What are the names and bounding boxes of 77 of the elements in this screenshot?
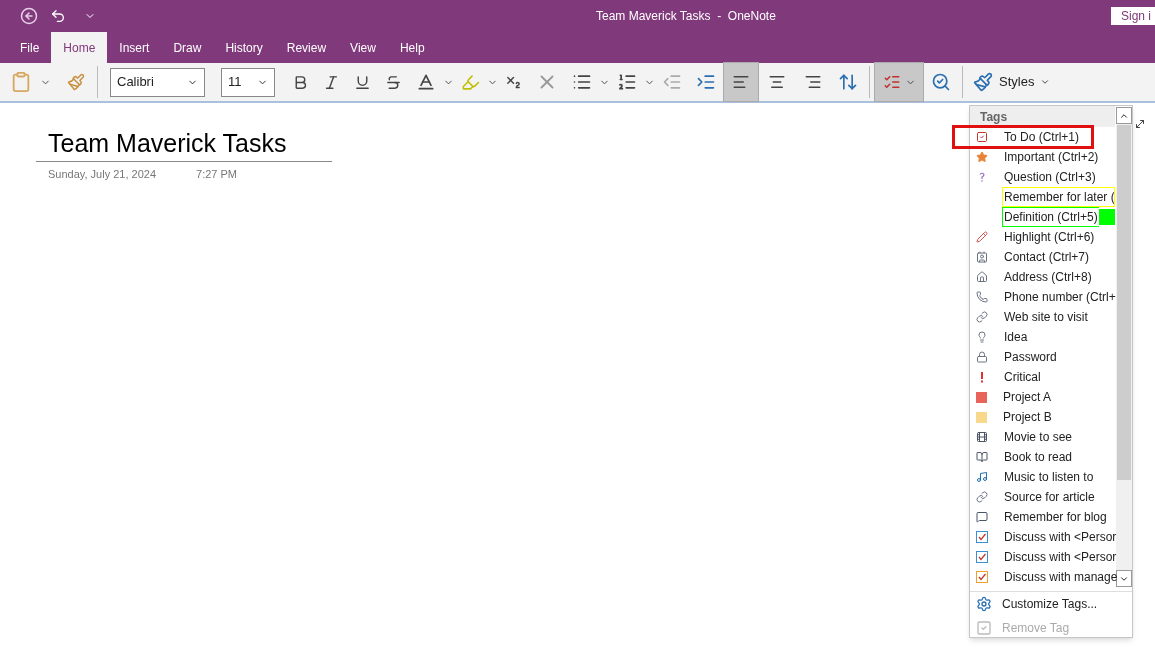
- font-color-icon[interactable]: [416, 72, 436, 92]
- checklist-icon: [882, 73, 901, 91]
- tag-menu-item[interactable]: Project B: [970, 407, 1115, 427]
- tag-menu-item[interactable]: Address (Ctrl+8): [970, 267, 1115, 287]
- font-dropdown[interactable]: Calibri: [110, 67, 205, 97]
- sign-in-button[interactable]: Sign i: [1110, 7, 1155, 25]
- tag-menu-item[interactable]: Critical: [970, 367, 1115, 387]
- scrollbar[interactable]: [1116, 107, 1132, 587]
- ribbon-tab[interactable]: Review: [274, 32, 339, 63]
- tag-menu-item[interactable]: Web site to visit: [970, 307, 1115, 327]
- ribbon-tab[interactable]: Help: [387, 32, 437, 63]
- page-time: 7:27 PM: [196, 167, 237, 182]
- lock-icon: [976, 351, 988, 363]
- tag-menu-item[interactable]: To Do (Ctrl+1): [954, 127, 1092, 147]
- increase-indent-icon[interactable]: [696, 72, 716, 92]
- back-icon[interactable]: [20, 7, 38, 25]
- tag-button[interactable]: [874, 62, 924, 102]
- align-icon: [732, 73, 750, 91]
- align-icon: [804, 73, 822, 91]
- book-icon: [976, 451, 988, 463]
- undo-icon[interactable]: [50, 8, 66, 24]
- underline-icon[interactable]: [354, 73, 371, 91]
- ribbon-tab[interactable]: History: [213, 32, 275, 63]
- house-icon: [976, 271, 988, 283]
- tag-menu-item[interactable]: Movie to see: [970, 427, 1115, 447]
- link-icon: [976, 491, 988, 503]
- pencil-icon: [976, 231, 988, 243]
- caret-icon: [1040, 77, 1051, 87]
- checkbox-icon: [976, 131, 988, 143]
- strikethrough-icon[interactable]: [385, 73, 402, 91]
- tag-menu-item[interactable]: Question (Ctrl+3): [970, 167, 1115, 187]
- tag-menu-item[interactable]: Idea: [970, 327, 1115, 347]
- ribbon-tab[interactable]: Home: [51, 32, 108, 63]
- align-button[interactable]: [723, 62, 759, 102]
- brush-icon: [973, 72, 993, 92]
- ribbon-tab[interactable]: File: [8, 32, 52, 63]
- tag-menu-item[interactable]: Remember for blog: [970, 507, 1115, 527]
- lightbulb-icon: [976, 331, 988, 343]
- film-icon: [976, 431, 988, 443]
- tag-menu-item[interactable]: Book to read: [970, 447, 1115, 467]
- find-tags-icon[interactable]: [931, 72, 951, 92]
- tag-menu-item[interactable]: Project A: [970, 387, 1115, 407]
- tag-menu-item[interactable]: Discuss with <Persor: [970, 547, 1115, 567]
- tag-menu-item[interactable]: Music to listen to: [970, 467, 1115, 487]
- speech-bubble-icon: [976, 511, 988, 523]
- page-date: Sunday, July 21, 2024: [48, 167, 157, 182]
- window-title: Team Maverick Tasks - OneNote: [596, 8, 776, 25]
- resize-icon[interactable]: [1134, 118, 1146, 130]
- gear-icon: [976, 596, 992, 612]
- highlight-swatch: [1098, 209, 1115, 225]
- ribbon-tab[interactable]: Draw: [161, 32, 214, 63]
- tag-menu-item[interactable]: Source for article: [970, 487, 1115, 507]
- tag-menu-item[interactable]: Phone number (Ctrl+: [970, 287, 1115, 307]
- styles-button[interactable]: Styles: [967, 62, 1057, 102]
- tag-menu-item[interactable]: Discuss with <Persor: [970, 527, 1115, 547]
- ribbon-tab[interactable]: Insert: [107, 32, 162, 63]
- link-icon: [976, 311, 988, 323]
- menu-header: Tags: [970, 106, 1115, 127]
- tag-menu-item[interactable]: Important (Ctrl+2): [970, 147, 1115, 167]
- page-title[interactable]: Team Maverick Tasks: [36, 127, 332, 162]
- line-spacing-icon[interactable]: [838, 72, 858, 92]
- tag-menu-item[interactable]: Discuss with manage: [970, 567, 1115, 587]
- star-icon: [976, 151, 988, 163]
- tag-menu-item[interactable]: Password: [970, 347, 1115, 367]
- music-note-icon: [976, 471, 988, 483]
- italic-icon[interactable]: [323, 73, 340, 91]
- contact-icon: [976, 251, 988, 263]
- tag-menu-item[interactable]: Highlight (Ctrl+6): [970, 227, 1115, 247]
- align-icon: [768, 73, 786, 91]
- bullet-list-icon[interactable]: [572, 72, 592, 92]
- numbered-list-icon[interactable]: [617, 72, 637, 92]
- tag-menu-item[interactable]: Contact (Ctrl+7): [970, 247, 1115, 267]
- phone-icon: [976, 291, 988, 303]
- font-size-dropdown[interactable]: 11: [221, 67, 275, 97]
- menu-action[interactable]: Customize Tags...: [970, 592, 1132, 616]
- format-painter-icon[interactable]: [67, 73, 85, 91]
- ribbon-tab[interactable]: View: [338, 32, 388, 63]
